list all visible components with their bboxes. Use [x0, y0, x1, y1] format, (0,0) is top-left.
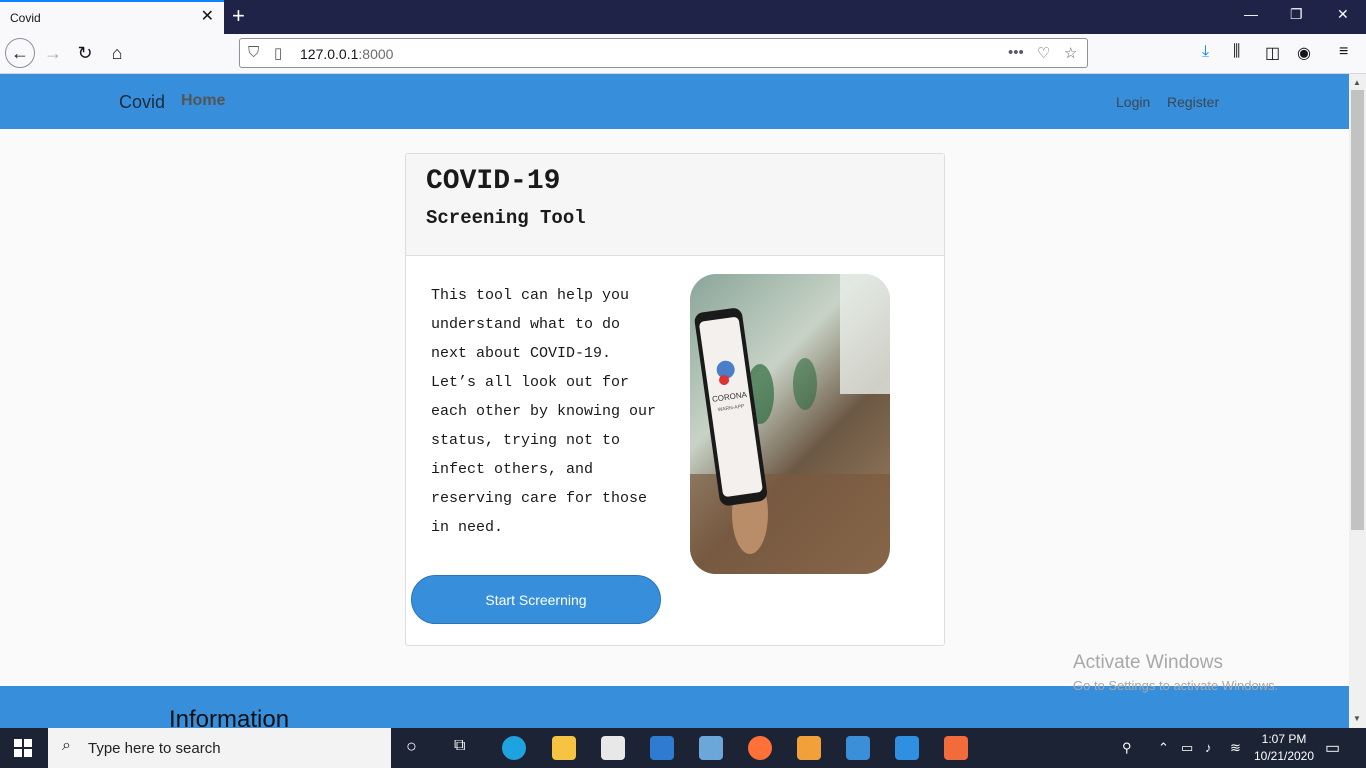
card-header: COVID-19 Screening Tool [406, 154, 944, 256]
bookmark-star-icon[interactable]: ☆ [1064, 44, 1077, 62]
file-explorer-icon[interactable] [552, 736, 576, 760]
nav-home-link[interactable]: Home [181, 92, 225, 110]
xampp-icon[interactable] [944, 736, 968, 760]
account-icon[interactable]: ◉ [1297, 43, 1311, 63]
battery-icon[interactable]: ▭ [1181, 740, 1193, 756]
restore-icon[interactable]: ❐ [1290, 6, 1303, 23]
card-title: COVID-19 [426, 166, 561, 197]
scroll-down-icon[interactable]: ▼ [1353, 714, 1361, 723]
cortana-icon[interactable]: ○ [406, 736, 417, 757]
scroll-thumb[interactable] [1351, 90, 1364, 530]
new-tab-icon[interactable]: + [232, 4, 245, 28]
browser-tab[interactable]: Covid ✕ [0, 0, 224, 34]
activate-windows-subtitle: Go to Settings to activate Windows. [1073, 678, 1279, 693]
mail-icon[interactable] [650, 736, 674, 760]
close-tab-icon[interactable]: ✕ [201, 9, 214, 25]
sublime-text-icon[interactable] [797, 736, 821, 760]
volume-icon[interactable]: ♪ [1205, 740, 1212, 755]
tray-chevron-icon[interactable]: ⌃ [1158, 740, 1169, 756]
menu-icon[interactable]: ≡ [1339, 43, 1348, 61]
home-icon[interactable]: ⌂ [102, 38, 132, 68]
start-screening-button[interactable]: Start Screerning [411, 575, 661, 624]
card-description: This tool can help you understand what t… [431, 287, 657, 536]
more-options-icon[interactable]: ••• [1008, 44, 1024, 61]
scroll-up-icon[interactable]: ▲ [1353, 78, 1361, 87]
sidebar-icon[interactable]: ◫ [1265, 43, 1280, 63]
card-subtitle: Screening Tool [426, 207, 586, 229]
taskbar-clock[interactable]: 1:07 PM 10/21/2020 [1252, 731, 1316, 765]
page-icon: ▯ [274, 45, 283, 62]
clock-date: 10/21/2020 [1253, 749, 1315, 763]
page-viewport: Covid Home Login Register COVID-19 Scree… [0, 74, 1349, 728]
minimize-icon[interactable]: — [1244, 6, 1258, 22]
people-icon[interactable]: ⚲ [1122, 740, 1132, 756]
vscode-icon[interactable] [895, 736, 919, 760]
clock-time: 1:07 PM [1261, 732, 1307, 746]
windows-taskbar: ⌕ Type here to search ○ ⧉ ⚲ ⌃ ▭ ♪ ≋ 1:07… [0, 728, 1366, 768]
edge-icon[interactable] [502, 736, 526, 760]
reload-icon[interactable]: ↻ [70, 38, 100, 68]
app-icon[interactable] [699, 736, 723, 760]
media-player-icon[interactable] [846, 736, 870, 760]
phone-app-image: CORONA WARN-APP [690, 274, 890, 574]
taskbar-search-box[interactable]: ⌕ Type here to search [48, 728, 391, 768]
browser-toolbar: ← → ↻ ⌂ ⛉ ▯ 127.0.0.1:8000 ••• ♡ ☆ ⤓ ⫼ ◫… [0, 34, 1366, 74]
browser-tab-strip: Covid ✕ + — ❐ ✕ [0, 0, 1366, 34]
notifications-icon[interactable]: ▭ [1325, 738, 1340, 758]
firefox-icon[interactable] [748, 736, 772, 760]
taskbar-search-placeholder: Type here to search [88, 740, 221, 757]
forward-icon[interactable]: → [38, 38, 68, 68]
brand-link[interactable]: Covid [119, 92, 165, 113]
task-view-icon[interactable]: ⧉ [454, 737, 465, 755]
search-icon: ⌕ [62, 737, 71, 754]
page-scrollbar[interactable]: ▲ ▼ [1349, 74, 1366, 728]
store-icon[interactable] [601, 736, 625, 760]
windows-start-icon[interactable] [14, 739, 32, 757]
activate-windows-watermark: Activate Windows Go to Settings to activ… [1073, 652, 1278, 693]
library-icon[interactable]: ⫼ [1233, 43, 1240, 61]
information-title: Information [169, 706, 290, 728]
url-text[interactable]: 127.0.0.1:8000 [300, 46, 393, 62]
activate-windows-title: Activate Windows [1073, 652, 1223, 673]
screening-card: COVID-19 Screening Tool This tool can he… [405, 153, 945, 646]
nav-register-link[interactable]: Register [1167, 94, 1219, 110]
pocket-icon[interactable]: ♡ [1037, 44, 1050, 62]
back-icon[interactable]: ← [5, 38, 35, 68]
nav-login-link[interactable]: Login [1116, 94, 1150, 110]
close-window-icon[interactable]: ✕ [1337, 6, 1349, 23]
shield-icon[interactable]: ⛉ [248, 44, 259, 61]
download-icon[interactable]: ⤓ [1202, 43, 1209, 61]
phone-illustration: CORONA WARN-APP [690, 274, 890, 574]
tab-title: Covid [10, 11, 41, 25]
url-bar[interactable]: ⛉ ▯ 127.0.0.1:8000 ••• ♡ ☆ [239, 38, 1088, 68]
site-navbar: Covid Home Login Register [0, 74, 1349, 129]
wifi-icon[interactable]: ≋ [1230, 740, 1241, 756]
